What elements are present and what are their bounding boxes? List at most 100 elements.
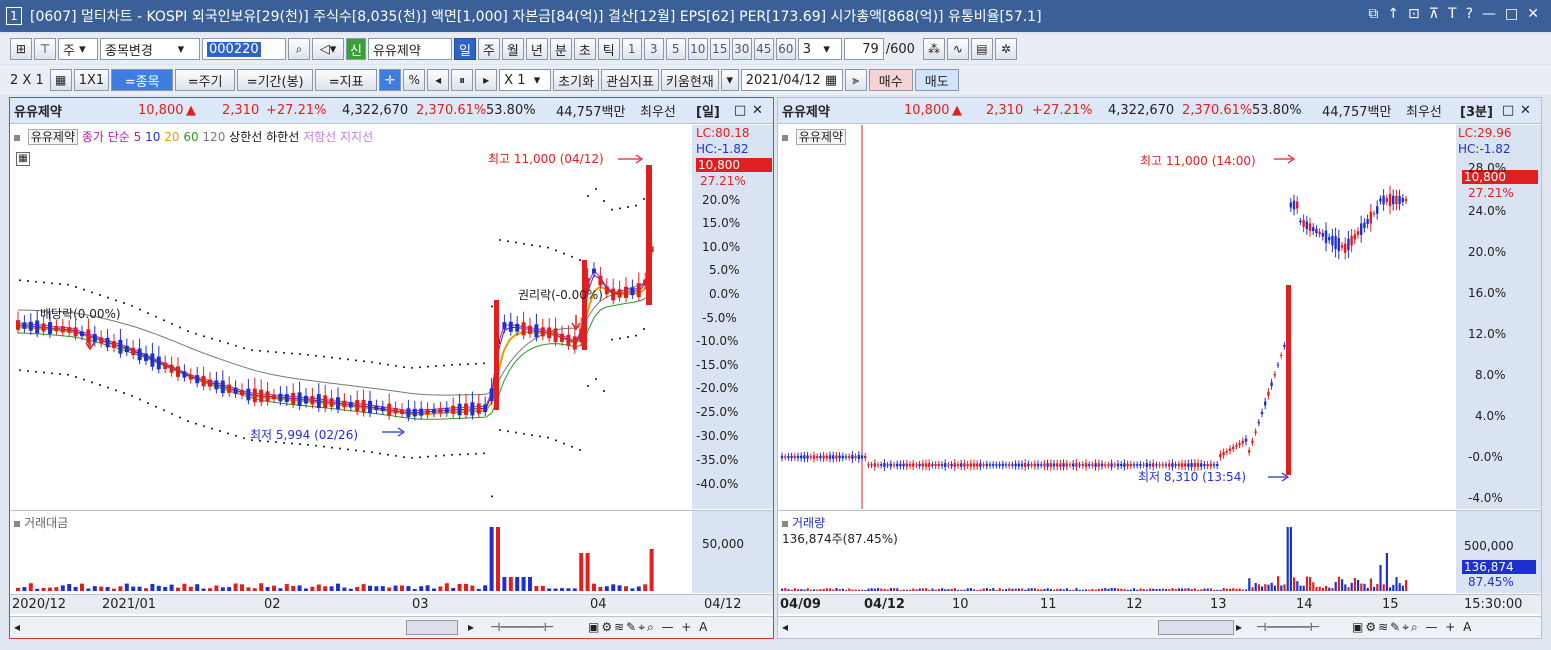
crosshair-icon[interactable]: ✛ <box>379 69 402 91</box>
chart-panel-3min[interactable]: 유유제약 10,800 ▲ 2,310 +27.21% 4,322,670 2,… <box>777 97 1542 639</box>
period-second[interactable]: 초 <box>573 38 596 60</box>
gear-icon[interactable]: ✲ <box>994 38 1017 60</box>
grid-icon[interactable]: ▦ <box>49 69 72 91</box>
close-panel-icon[interactable]: ✕ <box>752 103 763 118</box>
interval-10[interactable]: 10 <box>687 38 708 60</box>
scroll-bar[interactable]: ◂ ▸ ⊣──────⊢ ▣⚙≋✎⌖⌕ — + A <box>778 616 1541 638</box>
stock-code-input[interactable]: 000220 ▾ <box>202 38 286 60</box>
interval-60[interactable]: 60 <box>775 38 796 60</box>
count-select[interactable]: 3 ▾ <box>797 38 842 60</box>
candle <box>566 334 571 346</box>
period-minute[interactable]: 분 <box>549 38 572 60</box>
minute-volume-chart[interactable] <box>778 511 1456 593</box>
scroll-left-icon[interactable]: ◂ <box>14 620 20 634</box>
tool-icons[interactable]: ▣⚙≋✎⌖⌕ — + A <box>588 620 709 635</box>
calendar-icon[interactable]: ▦ <box>825 73 837 88</box>
layout-1x1[interactable]: 1X1 <box>73 69 110 91</box>
type-select[interactable]: 주 ▾ <box>58 38 98 60</box>
period-tick[interactable]: 틱 <box>597 38 620 60</box>
date-label: 2021/01 <box>102 597 157 612</box>
top-icon[interactable]: ⊼ <box>1429 6 1439 22</box>
scroll-thumb[interactable] <box>1158 620 1234 635</box>
best-price[interactable]: 최우선 <box>1406 101 1442 120</box>
stock-change-select[interactable]: 종목변경 ▾ <box>100 38 200 60</box>
close-panel-icon[interactable]: ✕ <box>1520 103 1531 118</box>
volume-bar <box>540 585 545 591</box>
reset-button[interactable]: 초기화 <box>553 69 600 91</box>
zoom-slider[interactable]: ⊣──────⊢ <box>1256 620 1320 634</box>
candle <box>195 375 200 384</box>
sync-period-button[interactable]: =주기 <box>175 69 236 91</box>
interval-3[interactable]: 3 <box>643 38 664 60</box>
interest-indicator-button[interactable]: 관심지표 <box>601 69 659 91</box>
date-label: 04/12 <box>704 597 742 612</box>
layout-icon[interactable]: ⊞ <box>10 38 32 60</box>
close-icon[interactable]: ✕ <box>1527 6 1539 22</box>
next-icon[interactable]: ▸ <box>475 69 498 91</box>
sync-stock-button[interactable]: =종목 <box>111 69 174 91</box>
period-label: [3분] <box>1460 105 1493 120</box>
restore-icon[interactable]: ⧉ <box>1368 6 1378 22</box>
maximize-panel-icon[interactable]: □ <box>1502 103 1514 118</box>
volume-bar <box>464 583 468 591</box>
sync-range-button[interactable]: =기간(봉) <box>237 69 314 91</box>
scroll-thumb[interactable] <box>406 620 458 635</box>
daily-volume-chart[interactable] <box>10 511 692 593</box>
volume-bar <box>60 585 65 591</box>
maximize-panel-icon[interactable]: □ <box>734 103 746 118</box>
upper-band-dot <box>499 239 501 241</box>
tile-icon[interactable]: ⊡ <box>1408 6 1420 22</box>
sync-indicator-button[interactable]: =지표 <box>315 69 378 91</box>
upper-band-dot <box>211 337 213 340</box>
filter-icon[interactable]: ⫸ <box>844 69 867 91</box>
count-input[interactable]: 79 <box>843 38 884 60</box>
pin-toolbar-icon[interactable]: ⊤ <box>34 38 56 60</box>
layout-label: 2 X 1 <box>10 72 44 88</box>
volume-bar <box>419 586 424 591</box>
scroll-left-icon[interactable]: ◂ <box>782 620 788 634</box>
candle <box>979 463 982 467</box>
help-icon[interactable]: ? <box>1466 6 1473 22</box>
volume-bar <box>937 588 940 591</box>
candle <box>812 455 816 459</box>
minimize-icon[interactable]: — <box>1482 6 1496 22</box>
best-price[interactable]: 최우선 <box>640 101 676 120</box>
search-icon[interactable]: ⌕ <box>288 38 310 60</box>
sell-button[interactable]: 매도 <box>914 69 959 91</box>
interval-45[interactable]: 45 <box>753 38 774 60</box>
interval-1[interactable]: 1 <box>621 38 642 60</box>
font-icon[interactable]: T <box>1448 6 1457 22</box>
interval-5[interactable]: 5 <box>665 38 686 60</box>
pin-icon[interactable]: ↑ <box>1387 6 1399 22</box>
date-input[interactable]: 2021/04/12 ▦ <box>740 69 843 91</box>
minute-candle-chart[interactable] <box>778 125 1456 509</box>
chart-panel-daily[interactable]: 유유제약 10,800 ▲ 2,310 +27.21% 4,322,670 2,… <box>9 97 774 639</box>
save-icon[interactable]: ▤ <box>970 38 993 60</box>
scroll-right-icon[interactable]: ▸ <box>468 620 474 634</box>
zoom-slider[interactable]: ⊣──────⊢ <box>490 620 554 634</box>
period-week[interactable]: 주 <box>477 38 500 60</box>
maximize-icon[interactable]: □ <box>1505 6 1518 22</box>
prev-icon[interactable]: ◂ <box>427 69 450 91</box>
pause-icon[interactable]: ⏸ <box>451 69 474 91</box>
interval-30[interactable]: 30 <box>731 38 752 60</box>
multiplier-select[interactable]: X 1 ▾ <box>499 69 552 91</box>
tool-icons[interactable]: ▣⚙≋✎⌖⌕ — + A <box>1352 620 1473 635</box>
volume-bar <box>585 553 590 591</box>
sound-icon[interactable]: ◁▾ <box>312 38 344 60</box>
candle <box>809 456 812 458</box>
trend-icon[interactable]: ∿ <box>946 38 969 60</box>
stock-name-field[interactable]: 유유제약 <box>367 38 452 60</box>
candle <box>297 392 302 406</box>
scroll-right-icon[interactable]: ▸ <box>1236 620 1242 634</box>
scroll-bar[interactable]: ◂ ▸ ⊣──────⊢ ▣⚙≋✎⌖⌕ — + A <box>10 616 773 638</box>
period-month[interactable]: 월 <box>501 38 524 60</box>
period-day[interactable]: 일 <box>453 38 476 60</box>
add-indicator-icon[interactable]: ⁂ <box>922 38 945 60</box>
buy-button[interactable]: 매수 <box>868 69 913 91</box>
period-year[interactable]: 년 <box>525 38 548 60</box>
percent-button[interactable]: % <box>403 69 426 91</box>
kiwoom-dropdown-icon[interactable]: ▾ <box>720 69 739 91</box>
kiwoom-current-button[interactable]: 키움현재 <box>660 69 719 91</box>
interval-15[interactable]: 15 <box>709 38 730 60</box>
